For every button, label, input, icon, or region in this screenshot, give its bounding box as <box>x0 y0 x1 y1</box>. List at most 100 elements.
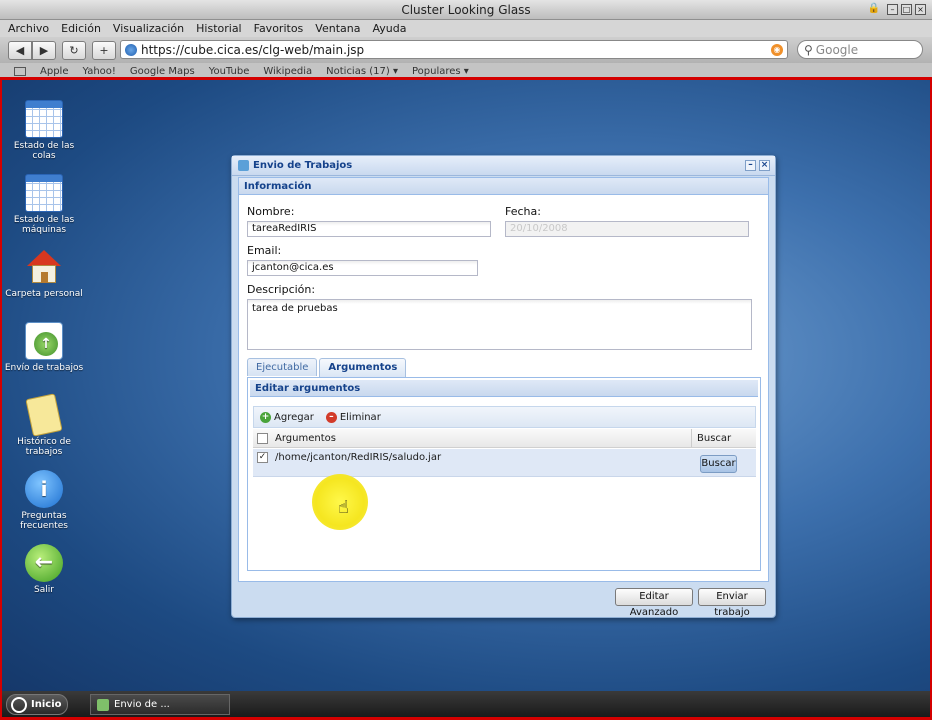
desktop-icon-label: Envío de trabajos <box>4 363 84 373</box>
desktop-icon-label: Histórico de trabajos <box>17 437 71 457</box>
taskbar: Inicio Envio de ... <box>0 691 932 720</box>
tab-strip: Ejecutable Argumentos <box>247 358 407 377</box>
envio-trabajos-window: Envio de Trabajos – × Información Nombre… <box>231 155 776 618</box>
taskbar-item-label: Envio de ... <box>114 699 170 710</box>
maximize-window-button[interactable]: □ <box>901 4 912 15</box>
desktop-icon-label: Preguntas frecuentes <box>20 511 68 531</box>
window-body: Información Nombre: tareaRedIRIS Fecha: … <box>238 177 769 582</box>
bookmarks-book-icon[interactable] <box>14 67 26 76</box>
desktop-icon-label: Estado de las colas <box>13 141 75 161</box>
menu-ayuda[interactable]: Ayuda <box>372 22 406 35</box>
table-row[interactable]: ✓ /home/jcanton/RedIRIS/saludo.jar Busca… <box>253 449 756 477</box>
desktop-icon-carpeta[interactable]: Carpeta personal <box>4 248 84 299</box>
eliminar-button[interactable]: – Eliminar <box>325 411 381 423</box>
argument-path: /home/jcanton/RedIRIS/saludo.jar <box>275 452 442 463</box>
column-divider <box>691 429 692 447</box>
exit-arrow-icon: ← <box>25 544 63 582</box>
desktop-icon-label: Salir <box>34 585 54 595</box>
desktop-icon-historico[interactable]: Histórico de trabajos <box>4 393 84 457</box>
desktop-icon-label: Carpeta personal <box>5 289 83 299</box>
window-header[interactable]: Envio de Trabajos – × <box>232 156 775 176</box>
fecha-label: Fecha: <box>505 205 541 218</box>
send-job-icon: ↑ <box>25 322 63 360</box>
window-icon <box>238 160 249 171</box>
forward-button[interactable]: ▶ <box>32 40 56 60</box>
close-icon[interactable]: × <box>759 160 770 171</box>
grid-header-buscar[interactable]: Buscar <box>697 433 731 444</box>
window-title: Envio de Trabajos <box>253 160 353 171</box>
browser-titlebar: Cluster Looking Glass 🔒 – □ × <box>0 0 932 20</box>
tab-argumentos[interactable]: Argumentos <box>319 358 407 377</box>
descripcion-textarea[interactable]: tarea de pruebas <box>247 299 752 350</box>
search-field[interactable]: ⚲ Google <box>797 40 923 59</box>
fecha-field: 20/10/2008 <box>505 221 749 237</box>
desktop-icon-colas[interactable]: Estado de las colas <box>4 100 84 161</box>
desktop-icon-label: Estado de las máquinas <box>13 215 75 235</box>
back-button[interactable]: ◀ <box>8 40 32 60</box>
panel-header: Editar argumentos <box>250 380 758 397</box>
menu-historial[interactable]: Historial <box>196 22 241 35</box>
select-all-checkbox[interactable] <box>257 433 268 444</box>
task-window-icon <box>97 698 109 711</box>
lock-icon: 🔒 <box>867 3 880 14</box>
section-header: Información <box>239 178 768 195</box>
bookmark-populares[interactable]: Populares ▾ <box>412 63 469 77</box>
hand-cursor-icon: ☝ <box>338 497 349 518</box>
address-text: https://cube.cica.es/clg-web/main.jsp <box>141 42 365 57</box>
add-icon: + <box>260 411 271 423</box>
menu-bar: Archivo Edición Visualización Historial … <box>0 20 932 37</box>
menu-favoritos[interactable]: Favoritos <box>254 22 304 35</box>
bookmark-apple[interactable]: Apple <box>40 63 68 77</box>
menu-visualizacion[interactable]: Visualización <box>113 22 184 35</box>
taskbar-item-envio[interactable]: Envio de ... <box>90 694 230 715</box>
info-icon: i <box>25 470 63 508</box>
grid-toolbar: + Agregar – Eliminar <box>253 406 756 428</box>
rss-icon[interactable]: ◉ <box>771 44 783 56</box>
reload-button[interactable]: ↻ <box>62 40 86 60</box>
address-bar[interactable]: https://cube.cica.es/clg-web/main.jsp ◉ <box>120 40 788 59</box>
bookmark-noticias[interactable]: Noticias (17) ▾ <box>326 63 398 77</box>
browser-toolbar: ◀ ▶ ↻ + https://cube.cica.es/clg-web/mai… <box>0 37 932 63</box>
buscar-button[interactable]: Buscar <box>700 455 737 473</box>
calendar-icon <box>25 100 63 138</box>
editar-avanzado-button[interactable]: Editar Avanzado <box>615 588 693 618</box>
close-window-button[interactable]: × <box>915 4 926 15</box>
power-icon <box>11 696 27 713</box>
row-checkbox[interactable]: ✓ <box>257 452 268 463</box>
search-placeholder: Google <box>815 42 859 57</box>
search-icon: ⚲ <box>804 42 813 57</box>
menu-archivo[interactable]: Archivo <box>8 22 49 35</box>
home-folder-icon <box>25 248 63 286</box>
start-label: Inicio <box>31 699 62 710</box>
globe-icon <box>125 43 137 56</box>
add-bookmark-button[interactable]: + <box>92 40 116 60</box>
bookmark-wikipedia[interactable]: Wikipedia <box>263 63 312 77</box>
clipboard-icon <box>25 393 63 437</box>
email-label: Email: <box>247 244 282 257</box>
bookmark-yahoo[interactable]: Yahoo! <box>82 63 115 77</box>
menu-ventana[interactable]: Ventana <box>315 22 360 35</box>
argumentos-panel: Editar argumentos + Agregar – Eliminar A… <box>247 377 761 571</box>
desktop-icon-envio[interactable]: ↑ Envío de trabajos <box>4 322 84 373</box>
bookmark-youtube[interactable]: YouTube <box>209 63 250 77</box>
minimize-icon[interactable]: – <box>745 160 756 171</box>
bookmark-google-maps[interactable]: Google Maps <box>130 63 195 77</box>
desktop-icon-salir[interactable]: ← Salir <box>4 544 84 595</box>
nombre-field[interactable]: tareaRedIRIS <box>247 221 491 237</box>
grid-header-argumentos[interactable]: Argumentos <box>275 433 336 444</box>
descripcion-label: Descripción: <box>247 283 316 296</box>
tab-ejecutable[interactable]: Ejecutable <box>247 358 318 376</box>
remove-icon: – <box>325 411 337 423</box>
window-title: Cluster Looking Glass <box>401 2 531 17</box>
desktop-icon-preguntas[interactable]: i Preguntas frecuentes <box>4 470 84 531</box>
desktop-icon-maquinas[interactable]: Estado de las máquinas <box>4 174 84 235</box>
start-button[interactable]: Inicio <box>6 694 68 715</box>
bookmarks-bar: Apple Yahoo! Google Maps YouTube Wikiped… <box>0 63 932 77</box>
enviar-trabajo-button[interactable]: Enviar trabajo <box>698 588 766 618</box>
email-field[interactable]: jcanton@cica.es <box>247 260 478 276</box>
grid-header-row: Argumentos Buscar <box>253 429 756 448</box>
agregar-button[interactable]: + Agregar <box>260 411 314 423</box>
minimize-window-button[interactable]: – <box>887 4 898 15</box>
menu-edicion[interactable]: Edición <box>61 22 101 35</box>
calendar-icon <box>25 174 63 212</box>
